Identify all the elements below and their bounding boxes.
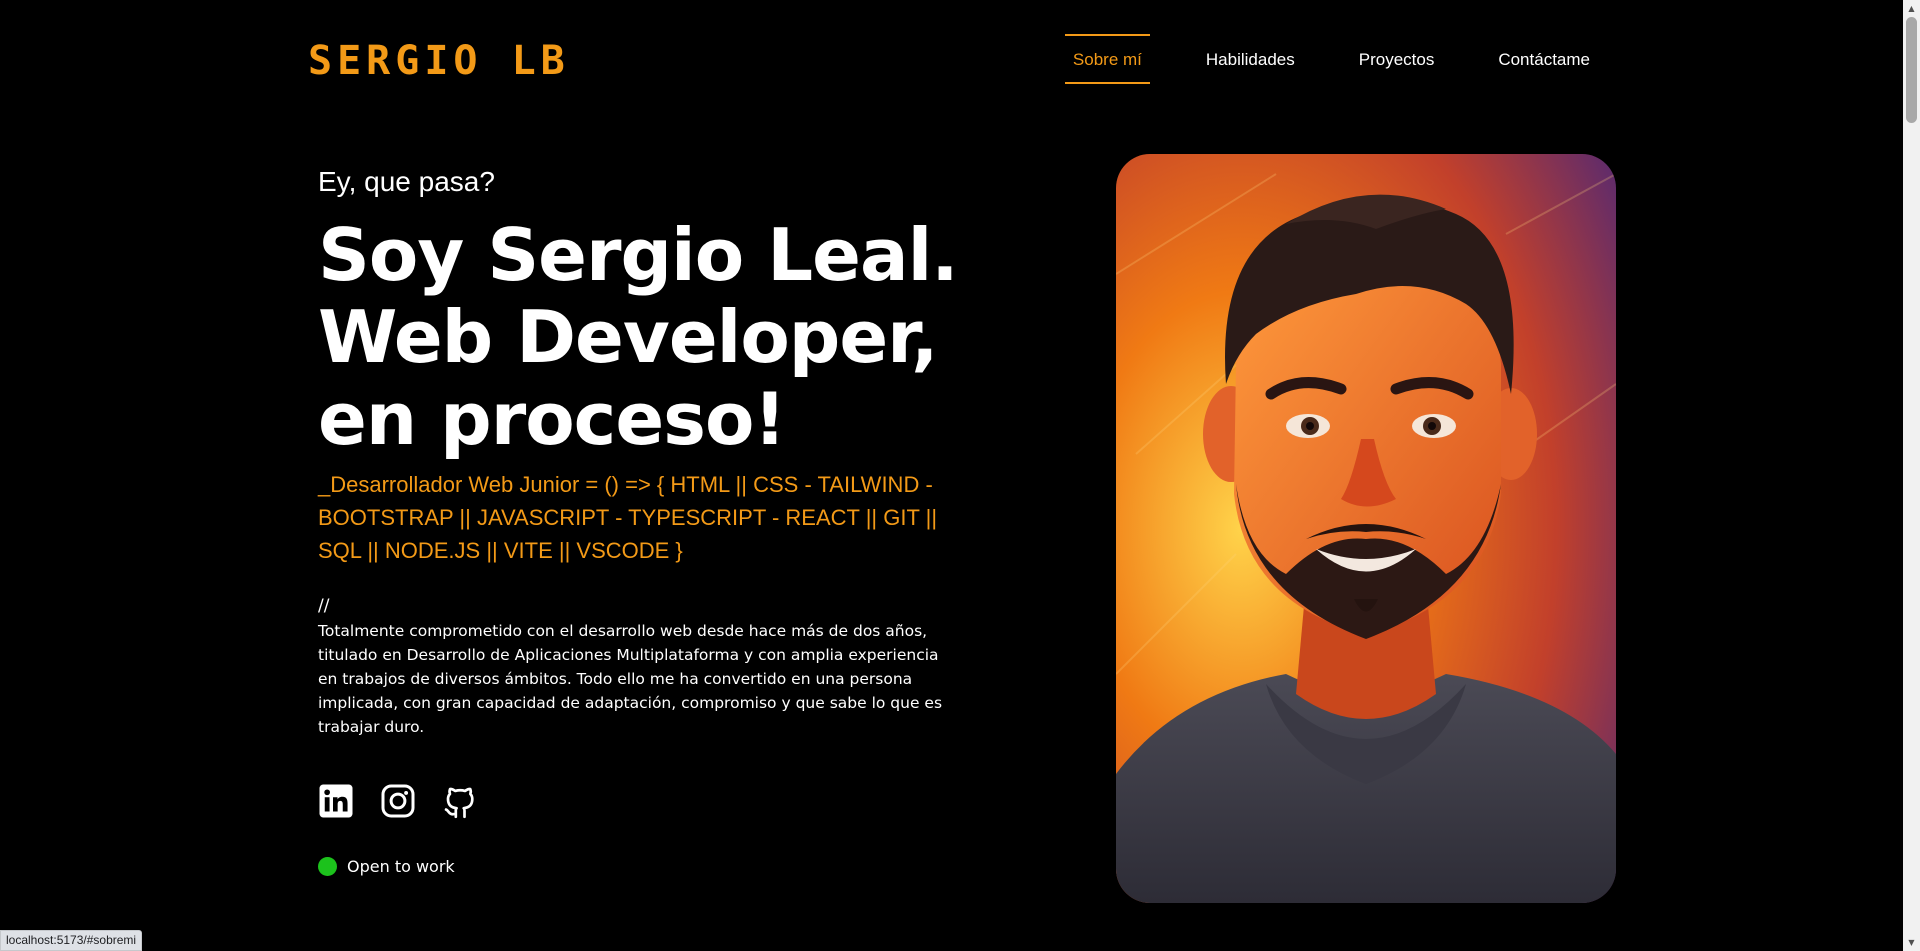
headline-line-2: Web Developer, <box>318 295 938 379</box>
profile-portrait <box>1116 154 1616 903</box>
status-label: Open to work <box>347 857 455 876</box>
hero-headline: Soy Sergio Leal. Web Developer, en proce… <box>318 213 959 461</box>
main-nav: Sobre mí Habilidades Proyectos Contáctam… <box>1017 34 1598 84</box>
scroll-down-arrow-icon[interactable]: ▼ <box>1903 934 1920 951</box>
nav-item-habilidades[interactable]: Habilidades <box>1198 34 1303 84</box>
linkedin-icon <box>319 784 353 818</box>
scroll-up-arrow-icon[interactable]: ▲ <box>1903 0 1920 17</box>
vertical-scrollbar[interactable]: ▲ ▼ <box>1903 0 1920 951</box>
headline-line-1: Soy Sergio Leal. <box>318 213 959 297</box>
comment-marker: // <box>318 596 330 616</box>
availability-status: Open to work <box>318 857 948 876</box>
link-preview-status-bar: localhost:5173/#sobremi <box>0 930 143 951</box>
page: SERGIO LB Sobre mí Habilidades Proyectos… <box>0 0 1920 951</box>
nav-item-sobre-mi[interactable]: Sobre mí <box>1064 34 1150 84</box>
nav-item-contactame[interactable]: Contáctame <box>1490 34 1598 84</box>
nav-item-proyectos[interactable]: Proyectos <box>1351 34 1443 84</box>
skills-line: _Desarrollador Web Junior = () => { HTML… <box>318 472 938 563</box>
instagram-icon <box>381 784 415 818</box>
github-link[interactable] <box>442 783 478 819</box>
portrait-illustration <box>1116 154 1616 903</box>
scrollbar-thumb[interactable] <box>1906 17 1917 123</box>
headline-line-3: en proceso! <box>318 377 786 461</box>
github-icon <box>444 787 474 819</box>
site-logo[interactable]: SERGIO LB <box>308 38 570 84</box>
status-dot <box>318 857 337 876</box>
linkedin-link[interactable] <box>318 783 354 819</box>
hero-greeting: Ey, que pasa? <box>318 166 495 197</box>
social-links <box>318 783 948 819</box>
instagram-link[interactable] <box>380 783 416 819</box>
hero-intro: Ey, que pasa? Soy Sergio Leal. Web Devel… <box>318 162 959 876</box>
bio-text: Totalmente comprometido con el desarroll… <box>318 622 943 736</box>
